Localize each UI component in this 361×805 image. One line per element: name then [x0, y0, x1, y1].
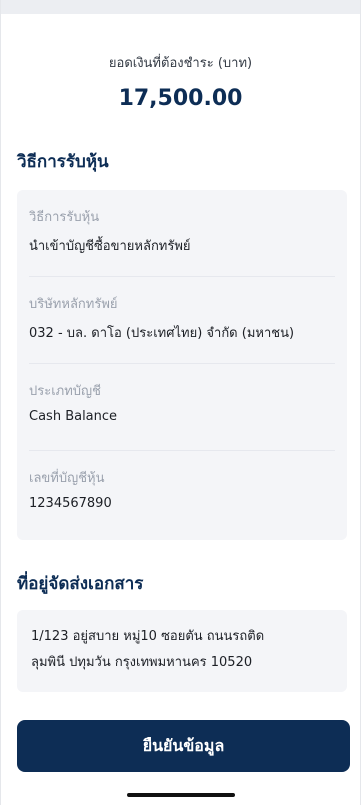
top-strip	[1, 0, 360, 14]
field-label: วิธีการรับหุ้น	[29, 210, 100, 225]
field-label: ประเภทบัญชี	[29, 384, 101, 399]
payment-summary-screen: ยอดเงินที่ต้องชำระ (บาท) 17,500.00 วิธีก…	[0, 0, 361, 805]
field-label: เลขที่บัญชีหุ้น	[29, 471, 105, 486]
delivery-address-section-title: ที่อยู่จัดส่งเอกสาร	[17, 574, 144, 594]
address-line-2: ลุมพินี ปทุมวัน กรุงเทพมหานคร 10520	[31, 655, 253, 670]
address-line-1: 1/123 อยู่สบาย หมู่10 ซอยตัน ถนนรถติด	[31, 629, 265, 644]
field-broker: บริษัทหลักทรัพย์ 032 - บล. ดาโอ (ประเทศไ…	[29, 277, 335, 364]
amount-value: 17,500.00	[118, 86, 243, 111]
amount-label: ยอดเงินที่ต้องชำระ (บาท)	[108, 56, 253, 71]
field-value: 1234567890	[29, 496, 112, 511]
home-indicator	[127, 793, 235, 797]
field-receive-method: วิธีการรับหุ้น นำเข้าบัญชีซื้อขายหลักทรั…	[29, 190, 335, 277]
field-value: นำเข้าบัญชีซื้อขายหลักทรัพย์	[29, 239, 191, 254]
delivery-address-card: 1/123 อยู่สบาย หมู่10 ซอยตัน ถนนรถติด ลุ…	[17, 610, 347, 692]
field-value: 032 - บล. ดาโอ (ประเทศไทย) จำกัด (มหาชน)	[29, 326, 295, 341]
field-account-number: เลขที่บัญชีหุ้น 1234567890	[29, 451, 335, 538]
receive-method-card: วิธีการรับหุ้น นำเข้าบัญชีซื้อขายหลักทรั…	[17, 190, 347, 540]
field-value: Cash Balance	[29, 409, 118, 424]
field-label: บริษัทหลักทรัพย์	[29, 297, 118, 312]
receive-method-section-title: วิธีการรับหุ้น	[17, 152, 109, 172]
confirm-button[interactable]: ยืนยันข้อมูล	[17, 720, 350, 772]
field-account-type: ประเภทบัญชี Cash Balance	[29, 364, 335, 451]
